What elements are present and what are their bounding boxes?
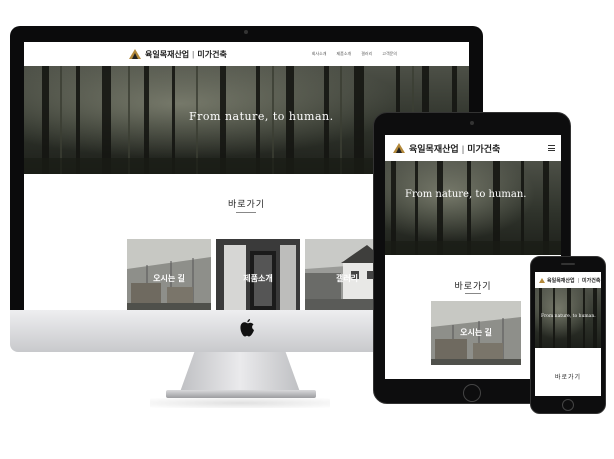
brand-main: 육일목재산업 <box>547 277 575 284</box>
brand-sub: 미가건축 <box>197 49 227 59</box>
iphone-screen: 육일목재산업 | 미가건축 From nature, to human. 바로가기 <box>535 272 601 396</box>
main-nav: 회사소개 제품소개 갤러리 고객문의 <box>302 51 397 57</box>
nav-item-products[interactable]: 제품소개 <box>336 51 351 57</box>
nav-item-gallery[interactable]: 갤러리 <box>361 51 372 57</box>
forest-image <box>385 161 561 255</box>
hero-tagline: From nature, to human. <box>405 189 527 200</box>
thumb-label: 오시는 길 <box>460 328 492 337</box>
brand-name[interactable]: 육일목재산업 | 미가건축 <box>145 49 227 60</box>
iphone-device: 육일목재산업 | 미가건축 From nature, to human. 바로가기 <box>530 256 606 414</box>
thumb-label: 제품소개 <box>243 274 273 283</box>
home-button[interactable] <box>463 384 481 402</box>
hamburger-icon[interactable] <box>548 145 555 151</box>
brand-sub: 미가건축 <box>467 143 501 154</box>
triangle-logo-icon[interactable] <box>393 143 405 153</box>
nav-item-about[interactable]: 회사소개 <box>312 51 327 57</box>
triangle-logo-icon[interactable] <box>129 49 141 59</box>
ipad-camera <box>470 121 474 125</box>
nav-item-contact[interactable]: 고객문의 <box>382 51 397 57</box>
hero-tagline: From nature, to human. <box>541 314 596 319</box>
site-header: 육일목재산업 | 미가건축 회사소개 제품소개 갤러리 고객문의 <box>24 42 469 66</box>
brand-main: 육일목재산업 <box>145 49 190 59</box>
imac-stand-foot <box>166 390 316 398</box>
triangle-logo-icon[interactable] <box>539 277 545 283</box>
site-header: 육일목재산업 | 미가건축 <box>535 272 601 288</box>
brand-name[interactable]: 육일목재산업 | 미가건축 <box>547 277 600 284</box>
section-divider <box>236 212 256 213</box>
hero-banner: From nature, to human. <box>535 288 601 348</box>
apple-logo-icon <box>240 319 254 337</box>
brand-sub: 미가건축 <box>582 277 601 284</box>
iphone-speaker <box>561 263 575 265</box>
thumb-products[interactable]: 제품소개 <box>216 239 300 310</box>
hero-tagline: From nature, to human. <box>189 110 334 123</box>
thumb-label: 오시는 길 <box>153 274 185 283</box>
hero-banner: From nature, to human. <box>385 161 561 255</box>
thumb-directions[interactable]: 오시는 길 <box>431 301 521 365</box>
section-title: 바로가기 <box>554 375 582 381</box>
thumb-directions[interactable]: 오시는 길 <box>127 239 211 310</box>
section-divider <box>465 293 481 294</box>
imac-shadow <box>150 398 330 408</box>
brand-name[interactable]: 육일목재산업 | 미가건축 <box>409 142 500 155</box>
imac-camera <box>244 30 248 34</box>
site-header: 육일목재산업 | 미가건축 <box>385 135 561 161</box>
home-button[interactable] <box>562 399 574 411</box>
imac-stand <box>180 352 300 392</box>
brand-main: 육일목재산업 <box>409 143 459 154</box>
